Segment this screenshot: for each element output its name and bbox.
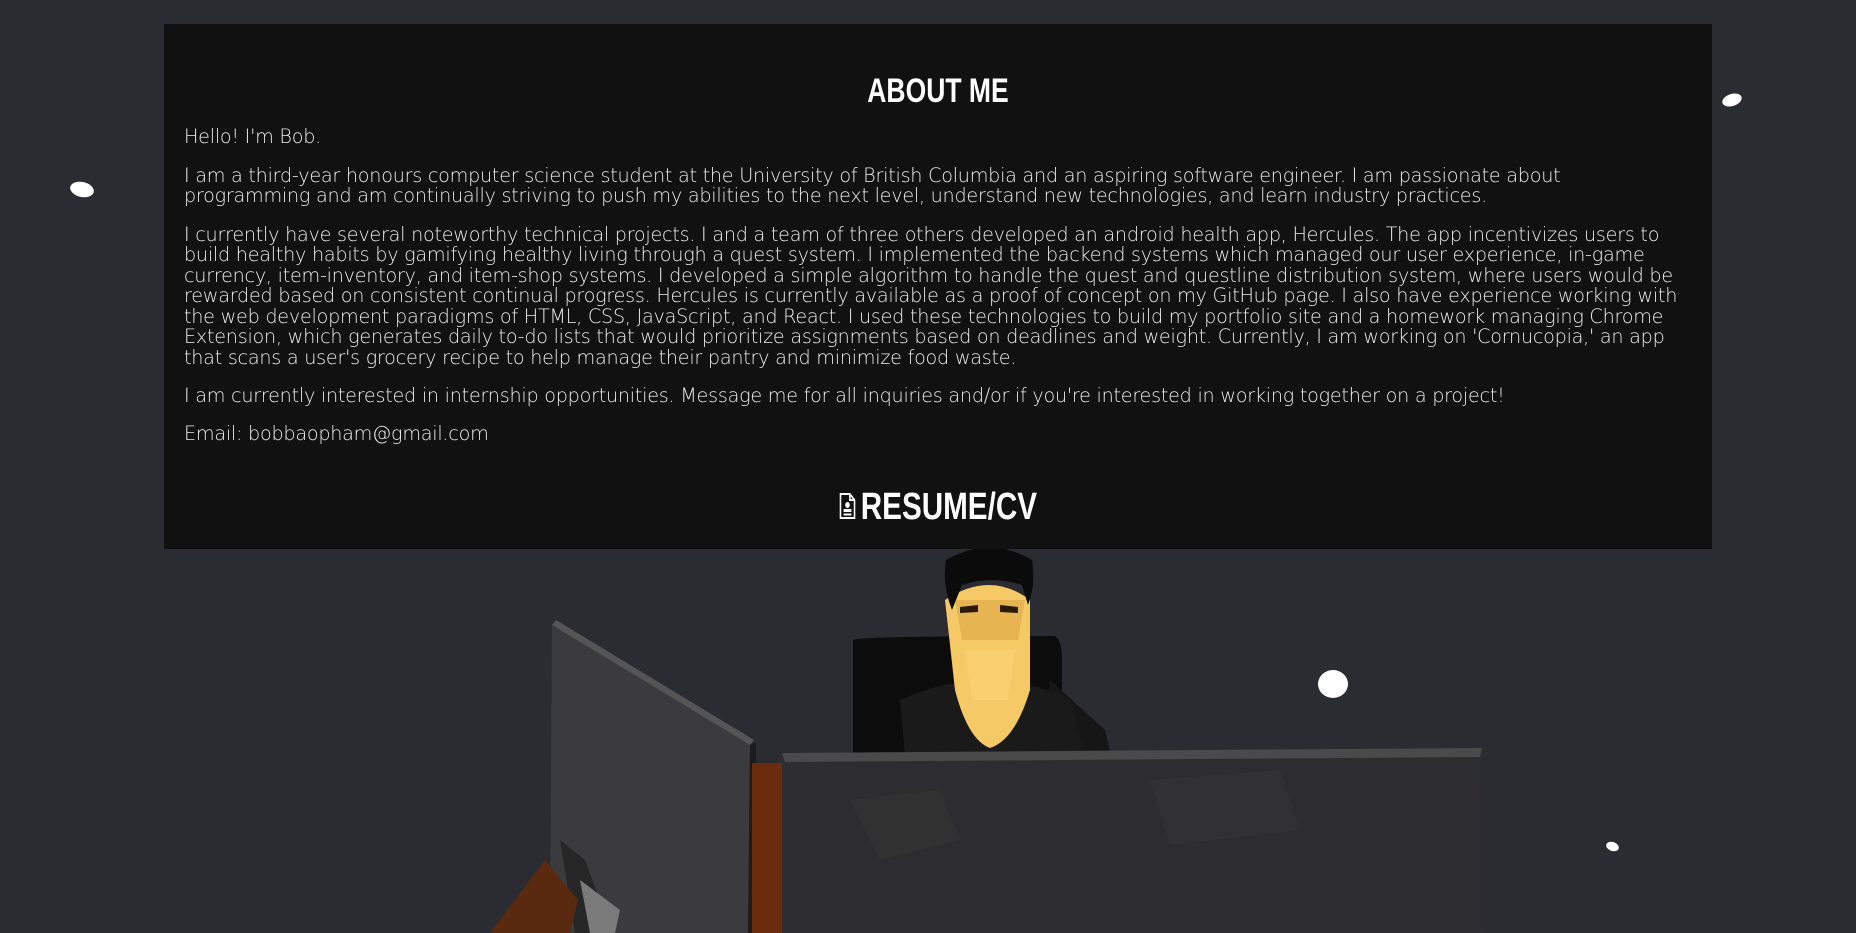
resume-label: RESUME/CV	[860, 486, 1038, 528]
projects-paragraph: I currently have several noteworthy tech…	[184, 222, 1678, 369]
particle	[1318, 670, 1348, 698]
about-panel: ABOUT ME Hello! I'm Bob. I am a third-ye…	[164, 24, 1712, 549]
desk-wood-center	[752, 763, 782, 933]
document-icon	[839, 492, 856, 523]
monitor-right	[782, 748, 1484, 933]
monitor-left	[550, 620, 756, 933]
resume-link[interactable]: RESUME/CV	[164, 486, 1712, 529]
intro-paragraph: I am a third-year honours computer scien…	[184, 163, 1561, 207]
about-title: ABOUT ME	[867, 72, 1009, 110]
interest-paragraph: I am currently interested in internship …	[184, 384, 1505, 407]
greeting-text: Hello! I'm Bob.	[184, 125, 321, 148]
email-text[interactable]: Email: bobbaopham@gmail.com	[184, 423, 1692, 445]
